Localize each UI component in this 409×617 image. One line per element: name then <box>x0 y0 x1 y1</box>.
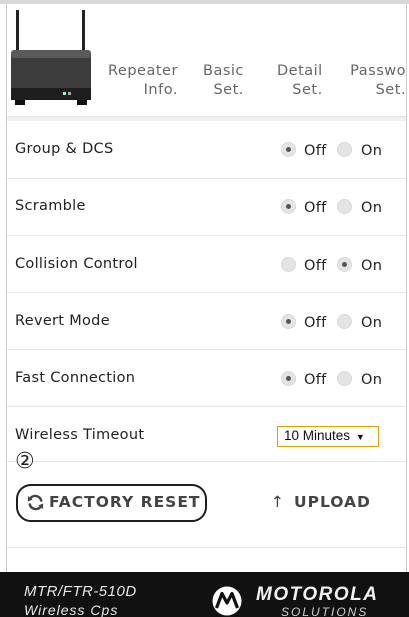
radio-off-revert-mode[interactable] <box>281 314 296 329</box>
refresh-icon <box>27 494 44 511</box>
tab-label-line1: Basic <box>203 63 244 79</box>
radio-off-scramble[interactable] <box>281 199 296 214</box>
right-edge <box>406 4 407 572</box>
option-label-on: On <box>361 258 383 274</box>
annotation-marker: ② <box>15 449 35 474</box>
radio-off-collision-control[interactable] <box>281 257 296 272</box>
select-value: 10 Minutes <box>284 428 351 443</box>
footer-bar: MTR/FTR-510D Wireless Cps MOTOROLA SOLUT… <box>0 572 409 617</box>
radio-off-group-dcs[interactable] <box>281 142 296 157</box>
tab-detail-set[interactable]: Detail Set. <box>277 62 323 102</box>
chevron-down-icon: ▼ <box>355 432 365 442</box>
footer-brand-name: MOTOROLA <box>256 584 379 605</box>
tab-label-line2: Info. <box>143 82 178 98</box>
tab-label-line2: Set. <box>213 82 244 98</box>
setting-label: Collision Control <box>15 256 138 272</box>
repeater-device-image <box>11 10 91 105</box>
option-label-off: Off <box>304 372 327 388</box>
tab-repeater-info[interactable]: Repeater Info. <box>108 62 178 102</box>
option-label-on: On <box>361 372 383 388</box>
radio-on-fast-connection[interactable] <box>337 371 352 386</box>
footer-brand-sub: SOLUTIONS <box>281 605 369 617</box>
setting-label: Scramble <box>15 198 86 214</box>
wireless-timeout-select[interactable]: 10 Minutes ▼ <box>277 426 379 447</box>
radio-on-group-dcs[interactable] <box>337 142 352 157</box>
option-label-off: Off <box>304 315 327 331</box>
upload-label: UPLOAD <box>294 493 371 511</box>
setting-label: Group & DCS <box>15 141 114 157</box>
radio-on-collision-control[interactable] <box>337 257 352 272</box>
factory-reset-label: FACTORY RESET <box>49 493 201 511</box>
tab-label-line2: Set. <box>375 82 406 98</box>
option-label-on: On <box>361 315 383 331</box>
radio-off-fast-connection[interactable] <box>281 371 296 386</box>
radio-on-revert-mode[interactable] <box>337 314 352 329</box>
bottom-divider <box>7 547 406 548</box>
upload-arrow-icon: ↑ <box>271 493 285 511</box>
setting-label: Wireless Timeout <box>15 427 145 443</box>
footer-app-name: Wireless Cps <box>24 602 119 617</box>
tab-password-set[interactable]: Passwo Set. <box>342 62 406 102</box>
footer-model-name: MTR/FTR-510D <box>24 583 137 600</box>
tab-label-line1: Detail <box>277 63 323 79</box>
setting-label: Revert Mode <box>15 313 110 329</box>
upload-button[interactable]: ↑ UPLOAD <box>271 493 371 511</box>
tab-basic-set[interactable]: Basic Set. <box>203 62 244 102</box>
option-label-off: Off <box>304 143 327 159</box>
radio-on-scramble[interactable] <box>337 199 352 214</box>
option-label-off: Off <box>304 200 327 216</box>
tab-label-line1: Repeater <box>108 63 178 79</box>
tab-label-line2: Set. <box>292 82 323 98</box>
option-label-on: On <box>361 143 383 159</box>
tab-label-line1: Passwo <box>350 63 406 79</box>
header-bar: Repeater Info. Basic Set. Detail Set. Pa… <box>7 4 406 117</box>
option-label-off: Off <box>304 258 327 274</box>
motorola-logo-icon <box>212 586 242 616</box>
setting-label: Fast Connection <box>15 370 136 386</box>
option-label-on: On <box>361 200 383 216</box>
